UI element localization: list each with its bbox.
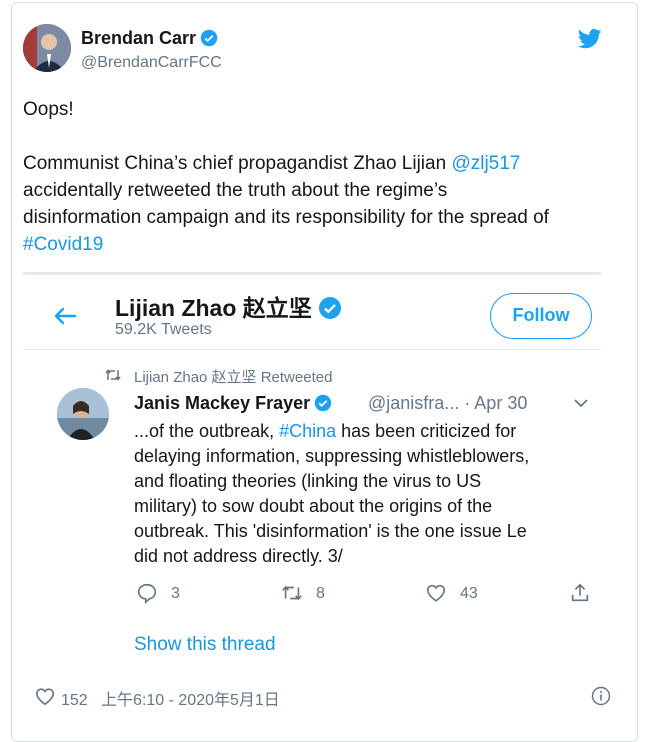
quoted-screenshot: Lijian Zhao 赵立坚 59.2K Tweets Follow Liji…: [23, 272, 601, 664]
verified-badge-icon: [318, 297, 341, 319]
verified-badge-icon: [200, 29, 218, 47]
inner-tweet-line: ...of the outbreak, #China has been crit…: [134, 421, 517, 441]
like-count: 152: [61, 692, 88, 709]
inner-author-avatar[interactable]: [57, 388, 109, 440]
screenshot-top-border: [23, 272, 601, 275]
author-name[interactable]: Brendan Carr: [81, 28, 218, 49]
tweet-text: Oops! Communist China’s chief propagandi…: [23, 96, 608, 258]
verified-badge-icon: [314, 394, 332, 412]
inner-author-name[interactable]: Janis Mackey Frayer: [134, 393, 332, 414]
tweet-line: [23, 123, 608, 150]
timestamp[interactable]: 上午6:10 - 2020年5月1日: [101, 692, 280, 709]
profile-name-text: Lijian Zhao 赵立坚: [115, 295, 312, 321]
tweet-footer: 152 上午6:10 - 2020年5月1日: [61, 686, 280, 710]
author-avatar[interactable]: [23, 24, 71, 72]
inner-tweet-line: did not address directly. 3/: [134, 546, 343, 566]
inner-tweet-text: ...of the outbreak, #China has been crit…: [134, 419, 594, 569]
tweet-line: disinformation campaign and its responsi…: [23, 207, 549, 228]
inner-handle-date: @janisfra... · Apr 30: [368, 393, 528, 413]
mention-link[interactable]: @zlj517: [451, 153, 520, 174]
twitter-bird-icon[interactable]: [578, 28, 602, 50]
chevron-down-icon[interactable]: [573, 398, 589, 408]
divider: [23, 349, 601, 350]
tweet-line: #Covid19: [23, 231, 608, 258]
back-arrow-icon[interactable]: [53, 306, 77, 326]
hashtag-link[interactable]: #Covid19: [23, 234, 103, 255]
retweet-icon: [105, 369, 121, 381]
tweet-line: Communist China’s chief propagandist Zha…: [23, 153, 521, 174]
inner-tweet-line: outbreak. This 'disinformation' is the o…: [134, 521, 527, 541]
show-thread-link[interactable]: Show this thread: [134, 634, 276, 656]
reply-count: 3: [171, 585, 180, 602]
profile-name: Lijian Zhao 赵立坚: [115, 289, 342, 323]
inner-tweet-line: delaying information, suppressing whistl…: [134, 446, 530, 466]
hashtag-link[interactable]: #China: [279, 421, 336, 441]
heart-icon[interactable]: [34, 686, 56, 706]
share-icon: [571, 583, 589, 602]
tweet-count: 59.2K Tweets: [115, 321, 212, 338]
retweet-count: 8: [316, 585, 325, 602]
author-name-text: Brendan Carr: [81, 28, 197, 48]
follow-button[interactable]: Follow: [490, 293, 592, 339]
reply-icon: [137, 583, 157, 604]
info-icon[interactable]: [591, 686, 611, 706]
retweet-icon: [282, 585, 302, 601]
inner-author-name-text: Janis Mackey Frayer: [134, 393, 311, 413]
tweet-line: accidentally retweeted the truth about t…: [23, 180, 448, 201]
author-handle[interactable]: @BrendanCarrFCC: [81, 54, 222, 72]
heart-icon: [426, 584, 446, 602]
inner-tweet-line: and floating theories (linking the virus…: [134, 471, 482, 491]
retweeted-label: Lijian Zhao 赵立坚 Retweeted: [134, 369, 333, 386]
inner-tweet-line: military) to sow doubt about the origins…: [134, 496, 493, 516]
like-count: 43: [460, 585, 478, 602]
tweet-line: Oops!: [23, 99, 74, 120]
